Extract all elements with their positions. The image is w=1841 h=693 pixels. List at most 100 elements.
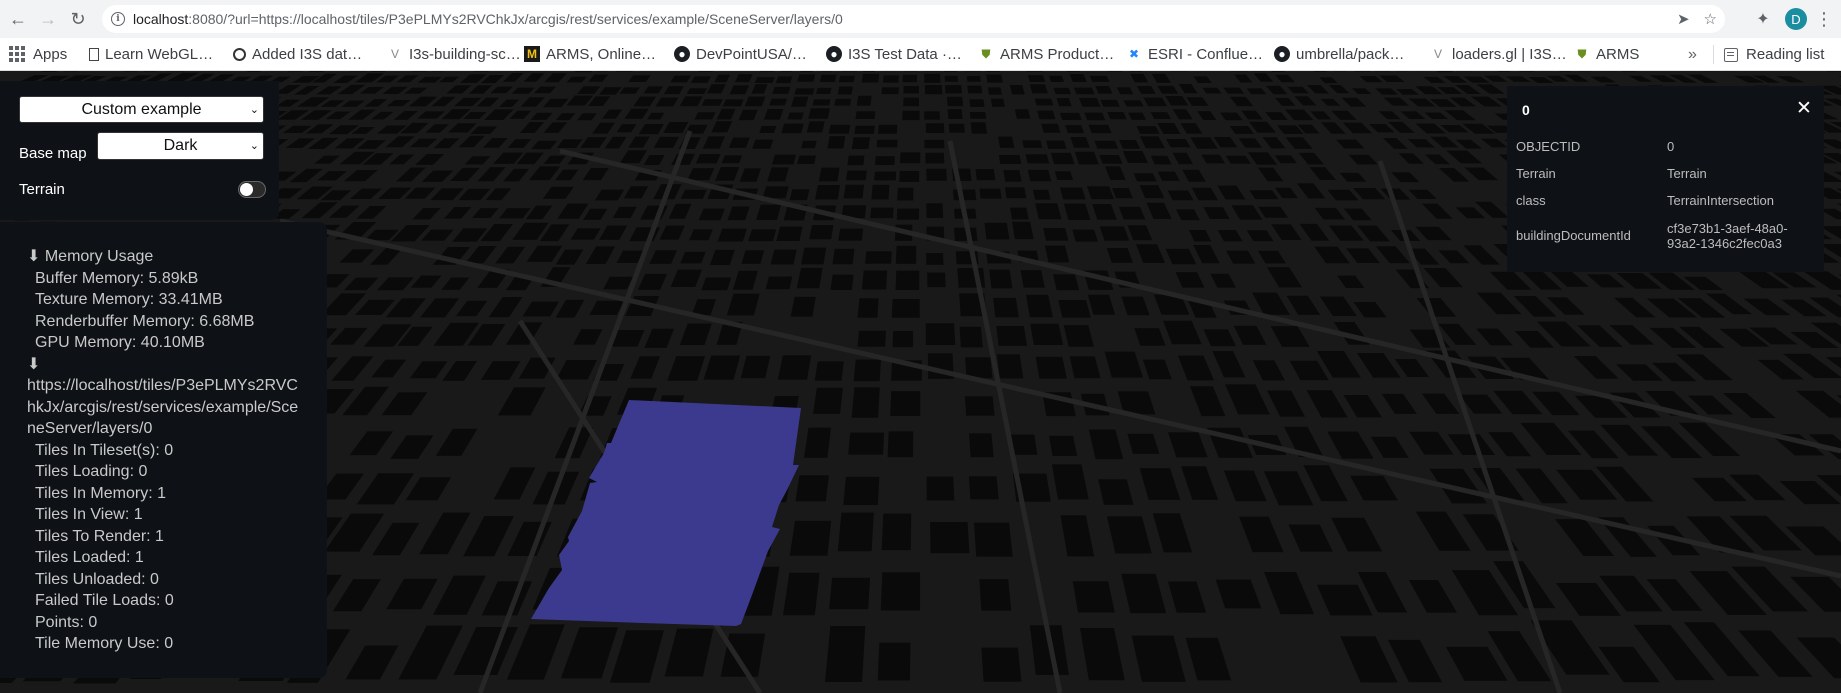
example-select[interactable]: Custom example ⌄ (19, 96, 264, 123)
apps-grid-icon (9, 46, 25, 62)
attribute-value: Terrain (1667, 166, 1707, 181)
city-block (1035, 356, 1067, 379)
bookmark-arms-online[interactable]: M ARMS, Online… (524, 38, 674, 71)
city-block (981, 647, 1022, 682)
address-bar[interactable]: i localhost:8080/?url=https://localhost/… (102, 5, 1725, 33)
city-block (900, 152, 921, 164)
city-block (902, 110, 920, 121)
city-block (818, 167, 840, 182)
bookmark-i3s-test-data[interactable]: ● I3S Test Data ·… (826, 38, 978, 71)
more-bookmarks-chevron-icon[interactable]: » (1688, 38, 1697, 71)
city-block (854, 125, 875, 134)
city-block (752, 139, 774, 149)
close-icon[interactable]: ✕ (1796, 97, 1812, 120)
bookmark-learn-webgl[interactable]: Learn WebGL… (89, 38, 233, 71)
forward-arrow-icon[interactable]: → (34, 5, 62, 33)
city-block (896, 208, 920, 220)
bookmark-arms[interactable]: ⛊ ARMS (1574, 38, 1654, 71)
bookmark-umbrella[interactable]: ● umbrella/pack… (1274, 38, 1430, 71)
city-block (772, 86, 791, 94)
city-block (880, 572, 921, 611)
bookmark-label: loaders.gl | I3S… (1452, 45, 1567, 63)
city-block (924, 85, 943, 95)
bookmark-devpointusa[interactable]: ● DevPointUSA/… (674, 38, 826, 71)
attribute-key: OBJECTID (1516, 139, 1581, 154)
city-block (892, 330, 914, 348)
city-block (1048, 75, 1065, 83)
city-block (1003, 170, 1022, 182)
bookmark-label: ARMS Product… (1000, 45, 1115, 63)
bookmark-star-icon[interactable]: ☆ (1704, 10, 1717, 28)
city-block (1050, 152, 1075, 165)
extensions-puzzle-icon[interactable]: ✦ (1749, 5, 1777, 33)
bookmark-loaders-gl[interactable]: V loaders.gl | I3S… (1430, 38, 1574, 71)
city-block (1034, 98, 1054, 106)
stat-gpu-memory: GPU Memory: 40.10MB (35, 334, 205, 351)
city-block (701, 277, 732, 291)
city-block (1027, 75, 1046, 83)
city-block (944, 85, 963, 94)
bookmark-label: ESRI - Conflue… (1148, 45, 1264, 63)
city-block (966, 76, 981, 82)
bookmark-arms-product[interactable]: ⛊ ARMS Product… (978, 38, 1126, 71)
city-block (1059, 187, 1086, 200)
city-block (790, 296, 816, 317)
reading-list-button[interactable]: Reading list (1724, 38, 1824, 71)
send-tab-icon[interactable]: ➤ (1677, 10, 1690, 28)
city-block (903, 97, 920, 107)
city-block (1029, 84, 1048, 94)
city-block (803, 427, 832, 458)
browser-menu-icon[interactable]: ⋮ (1813, 5, 1835, 33)
m-icon: M (524, 46, 540, 62)
city-block (1099, 155, 1123, 164)
bookmark-apps[interactable]: Apps (9, 38, 89, 71)
bookmark-added-i3s[interactable]: Added I3S dat… (233, 38, 387, 71)
basemap-select[interactable]: Dark ⌄ (97, 132, 264, 160)
city-block (797, 155, 817, 164)
city-block (1088, 124, 1112, 134)
city-block (902, 74, 918, 83)
profile-avatar[interactable]: D (1785, 8, 1807, 30)
back-arrow-icon[interactable]: ← (4, 5, 32, 33)
city-block (1123, 100, 1144, 107)
city-block (851, 387, 880, 418)
city-block (834, 98, 852, 106)
reload-icon[interactable]: ↻ (64, 5, 92, 33)
city-block (813, 387, 843, 414)
city-block (1004, 187, 1027, 199)
city-block (721, 155, 743, 164)
city-block (887, 431, 914, 458)
site-info-icon[interactable]: i (111, 12, 125, 26)
url-host: localhost (133, 11, 189, 27)
city-block (891, 299, 920, 318)
city-block (967, 85, 983, 94)
city-block (717, 228, 747, 242)
city-block (926, 168, 947, 181)
city-block (1049, 435, 1078, 457)
city-block (1072, 581, 1115, 613)
city-block (969, 111, 987, 119)
city-block (819, 74, 837, 82)
city-block (722, 99, 744, 107)
attribute-key: buildingDocumentId (1516, 228, 1631, 243)
city-block (846, 170, 867, 181)
city-block (787, 112, 804, 120)
city-block (1065, 125, 1085, 134)
bookmark-i3s-building[interactable]: V I3s-building-sc… (387, 38, 524, 71)
city-block (947, 109, 963, 120)
bookmarks-bar: Apps Learn WebGL… Added I3S dat… V I3s-b… (0, 38, 1841, 71)
city-block (800, 71, 813, 73)
terrain-toggle[interactable] (238, 181, 266, 198)
city-block (925, 323, 956, 345)
city-block (996, 326, 1028, 346)
city-block (796, 267, 823, 289)
memory-usage-header[interactable]: ⬇ Memory Usage (27, 246, 327, 268)
bookmark-esri-confluence[interactable]: ✖ ESRI - Conflue… (1126, 38, 1274, 71)
basemap-select-value: Dark (163, 137, 198, 154)
tileset-collapse-arrow[interactable]: ⬇ (27, 354, 327, 376)
city-block (1133, 173, 1157, 182)
city-block (990, 98, 1005, 107)
chevron-down-icon: ⌄ (249, 140, 259, 152)
city-block (1054, 171, 1074, 181)
browser-toolbar: ← → ↻ i localhost:8080/?url=https://loca… (0, 0, 1841, 38)
